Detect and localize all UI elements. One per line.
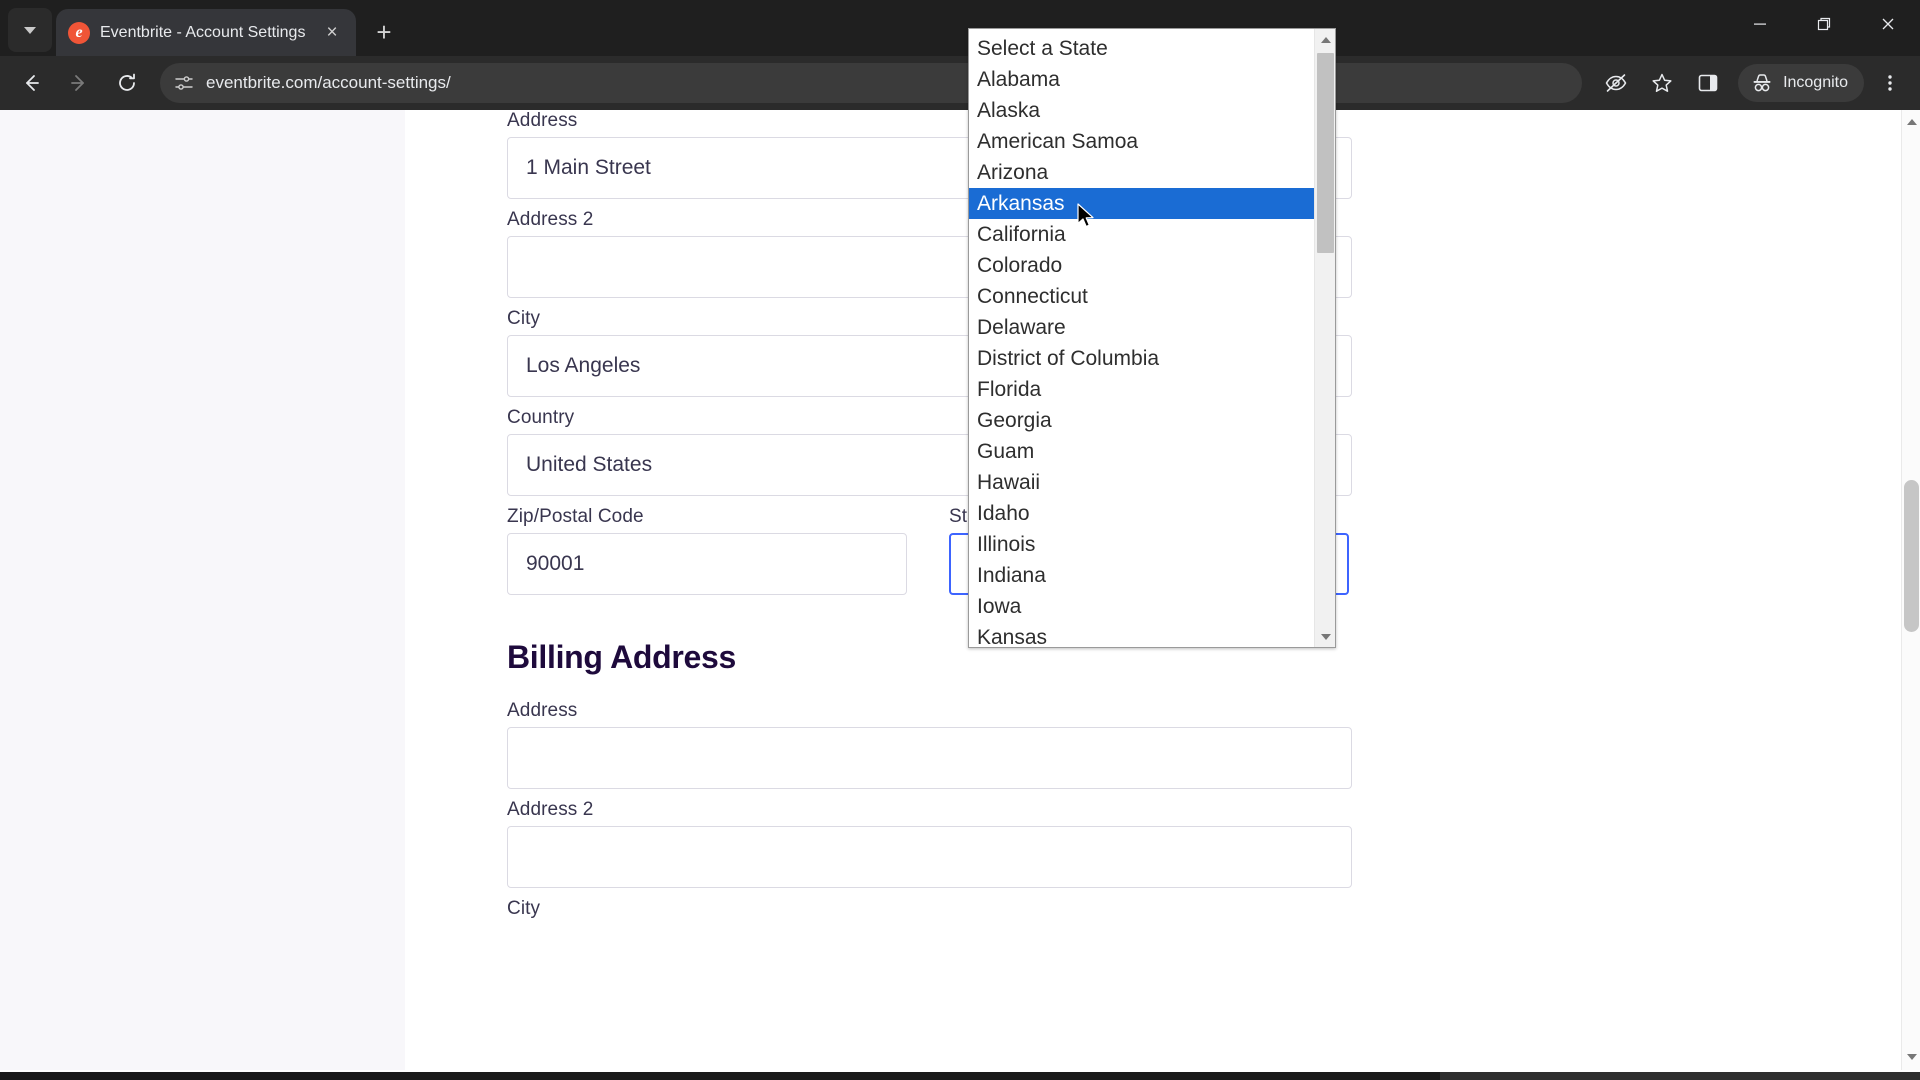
state-option[interactable]: Colorado bbox=[969, 250, 1314, 281]
eye-off-button[interactable] bbox=[1596, 63, 1636, 103]
label-billing-city: City bbox=[507, 898, 541, 919]
state-option[interactable]: Alabama bbox=[969, 64, 1314, 95]
window-controls bbox=[1728, 0, 1920, 48]
state-option[interactable]: Iowa bbox=[969, 591, 1314, 622]
chevron-down-icon bbox=[24, 26, 36, 34]
tab-search-button[interactable] bbox=[8, 8, 52, 52]
state-option[interactable]: District of Columbia bbox=[969, 343, 1314, 374]
star-icon bbox=[1652, 73, 1672, 92]
url-text: eventbrite.com/account-settings/ bbox=[206, 73, 451, 92]
incognito-label: Incognito bbox=[1783, 74, 1848, 91]
state-option[interactable]: Idaho bbox=[969, 498, 1314, 529]
page-scroll-up-button[interactable] bbox=[1902, 112, 1920, 131]
state-option[interactable]: Alaska bbox=[969, 95, 1314, 126]
state-option[interactable]: Indiana bbox=[969, 560, 1314, 591]
triangle-up-icon bbox=[1320, 36, 1331, 43]
state-option[interactable]: Illinois bbox=[969, 529, 1314, 560]
eye-off-icon bbox=[1605, 74, 1627, 92]
back-button[interactable] bbox=[10, 62, 52, 104]
back-arrow-icon bbox=[26, 75, 39, 91]
forward-button[interactable] bbox=[58, 62, 100, 104]
tab-title: Eventbrite - Account Settings bbox=[100, 23, 306, 41]
incognito-indicator[interactable]: Incognito bbox=[1738, 64, 1864, 102]
state-option[interactable]: Guam bbox=[969, 436, 1314, 467]
side-panel-button[interactable] bbox=[1688, 63, 1728, 103]
reload-button[interactable] bbox=[106, 62, 148, 104]
eventbrite-favicon-icon: e bbox=[68, 21, 90, 44]
dropdown-scrollbar[interactable] bbox=[1314, 29, 1335, 647]
state-option[interactable]: Georgia bbox=[969, 405, 1314, 436]
state-option[interactable]: Select a State bbox=[969, 33, 1314, 64]
close-window-button[interactable] bbox=[1856, 0, 1920, 48]
new-tab-button[interactable]: + bbox=[366, 14, 402, 50]
minimize-button[interactable] bbox=[1728, 0, 1792, 48]
state-option[interactable]: Florida bbox=[969, 374, 1314, 405]
browser-tab[interactable]: e Eventbrite - Account Settings × bbox=[56, 9, 356, 56]
tab-strip: e Eventbrite - Account Settings × + bbox=[0, 0, 1920, 56]
field-zip: Zip/Postal Code 90001 bbox=[507, 506, 907, 595]
field-billing-city: City bbox=[507, 898, 1352, 920]
input-billing-address[interactable] bbox=[507, 727, 1352, 789]
label-billing-address-2: Address 2 bbox=[507, 799, 594, 820]
close-icon[interactable]: × bbox=[320, 21, 344, 45]
state-option[interactable]: Kansas bbox=[969, 622, 1314, 647]
input-zip[interactable]: 90001 bbox=[507, 533, 907, 595]
field-billing-address: Address bbox=[507, 700, 1352, 789]
field-billing-address-2: Address 2 bbox=[507, 799, 1352, 888]
minimize-icon bbox=[1754, 23, 1766, 25]
label-zip: Zip/Postal Code bbox=[507, 506, 644, 527]
browser-window: e Eventbrite - Account Settings × + even… bbox=[0, 0, 1920, 1080]
dropdown-scrollbar-thumb[interactable] bbox=[1317, 53, 1334, 253]
scroll-up-arrow-button[interactable] bbox=[1315, 29, 1336, 50]
state-option-list[interactable]: Select a State Alabama Alaska American Samo… bbox=[969, 29, 1314, 647]
page-scroll-down-button[interactable] bbox=[1902, 1047, 1920, 1066]
state-option[interactable]: Arizona bbox=[969, 157, 1314, 188]
triangle-down-icon bbox=[1906, 1053, 1917, 1060]
close-icon bbox=[1882, 18, 1894, 30]
reload-icon bbox=[119, 73, 135, 91]
maximize-button[interactable] bbox=[1792, 0, 1856, 48]
triangle-up-icon bbox=[1906, 118, 1917, 125]
three-dot-menu-icon bbox=[1888, 75, 1892, 91]
page-scrollbar-thumb[interactable] bbox=[1904, 480, 1919, 632]
scroll-down-arrow-button[interactable] bbox=[1315, 626, 1336, 647]
side-panel-icon bbox=[1698, 74, 1718, 92]
state-option[interactable]: California bbox=[969, 219, 1314, 250]
browser-menu-button[interactable] bbox=[1870, 63, 1910, 103]
state-option[interactable]: Connecticut bbox=[969, 281, 1314, 312]
address-bar[interactable]: eventbrite.com/account-settings/ bbox=[160, 63, 1583, 103]
page-scrollbar[interactable] bbox=[1901, 110, 1920, 1070]
taskbar-strip-segment bbox=[1440, 1072, 1920, 1080]
state-option[interactable]: Arkansas bbox=[969, 188, 1314, 219]
incognito-hat-icon bbox=[1753, 74, 1771, 92]
state-option[interactable]: Hawaii bbox=[969, 467, 1314, 498]
state-option[interactable]: American Samoa bbox=[969, 126, 1314, 157]
browser-toolbar: eventbrite.com/account-settings/ Incogni… bbox=[0, 56, 1920, 110]
forward-arrow-icon bbox=[71, 75, 84, 91]
triangle-down-icon bbox=[1320, 633, 1331, 640]
tune-icon[interactable] bbox=[174, 73, 194, 93]
maximize-icon bbox=[1817, 17, 1831, 31]
page-viewport: Address 1 Main Street Address 2 City Los… bbox=[0, 110, 1920, 1070]
input-billing-address-2[interactable] bbox=[507, 826, 1352, 888]
state-option[interactable]: Delaware bbox=[969, 312, 1314, 343]
taskbar-strip bbox=[0, 1072, 1920, 1080]
bookmark-button[interactable] bbox=[1642, 63, 1682, 103]
state-dropdown-popup[interactable]: Select a State Alabama Alaska American Samo… bbox=[968, 28, 1336, 648]
label-billing-address: Address bbox=[507, 700, 578, 721]
